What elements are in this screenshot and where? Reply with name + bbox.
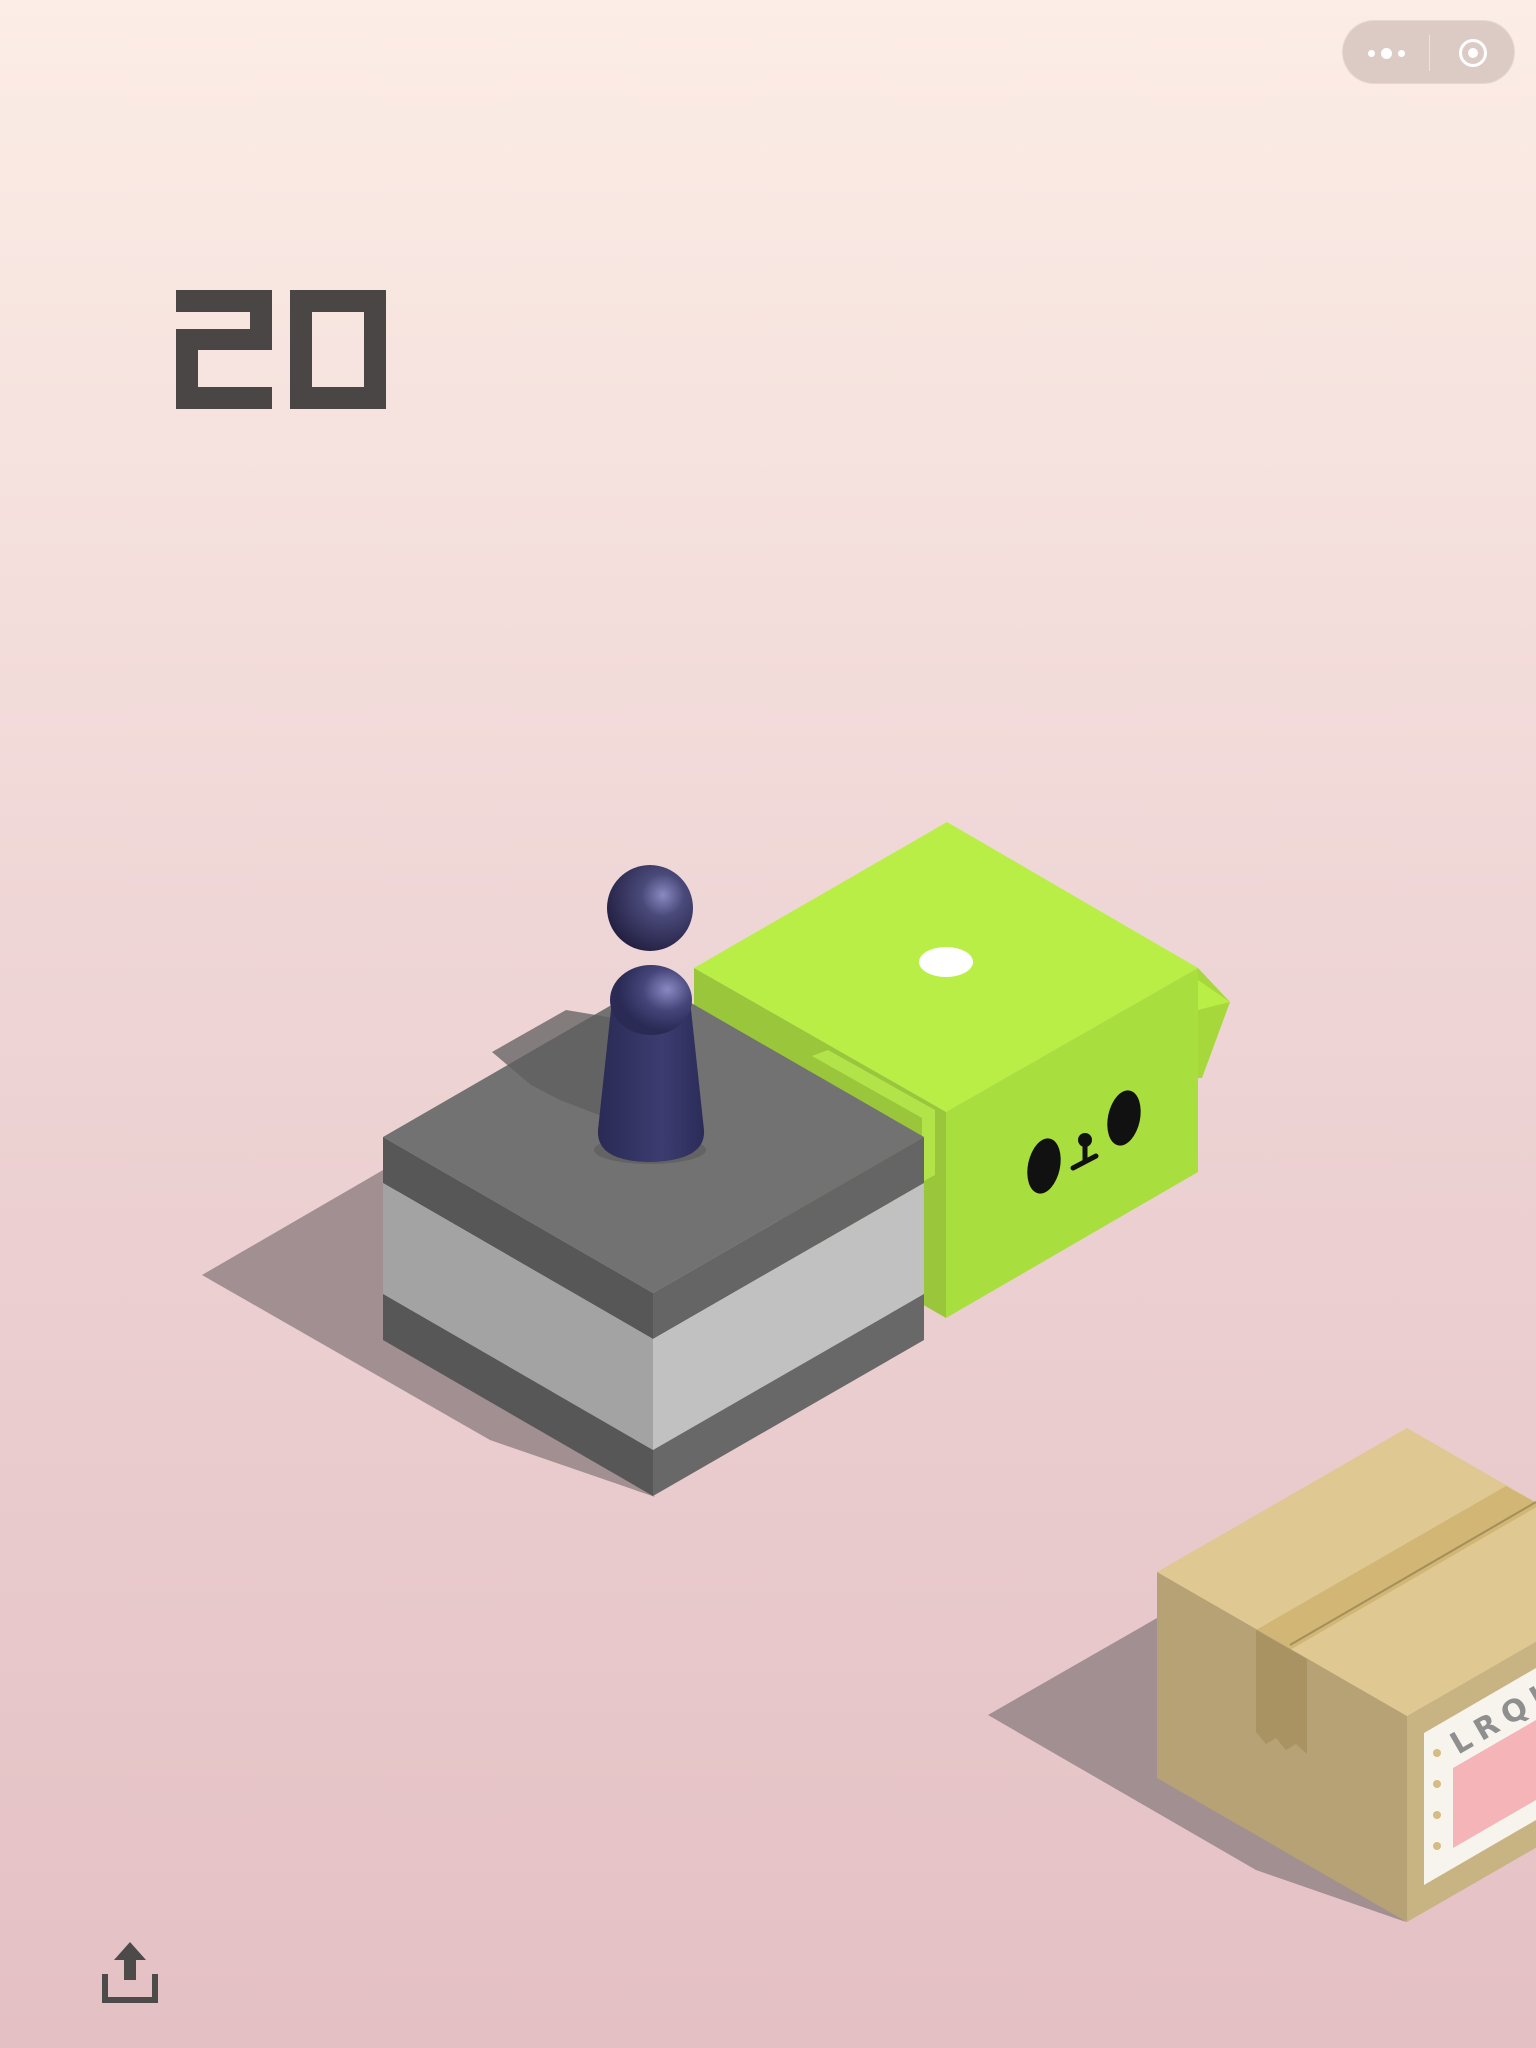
share-button[interactable] — [100, 1938, 160, 2004]
more-dots-icon — [1367, 47, 1405, 59]
player-head — [607, 865, 693, 951]
player-piece[interactable] — [594, 865, 706, 1164]
more-button[interactable] — [1343, 21, 1429, 85]
score-display: 20 — [176, 290, 386, 410]
share-upload-icon — [102, 1942, 158, 2003]
player-shoulders — [610, 965, 692, 1035]
target-close-icon — [1459, 39, 1487, 67]
package-block: LRQI — [1157, 1428, 1536, 1922]
green-block-top-dot — [919, 947, 973, 977]
close-button[interactable] — [1430, 21, 1516, 85]
mini-program-capsule — [1342, 20, 1515, 84]
